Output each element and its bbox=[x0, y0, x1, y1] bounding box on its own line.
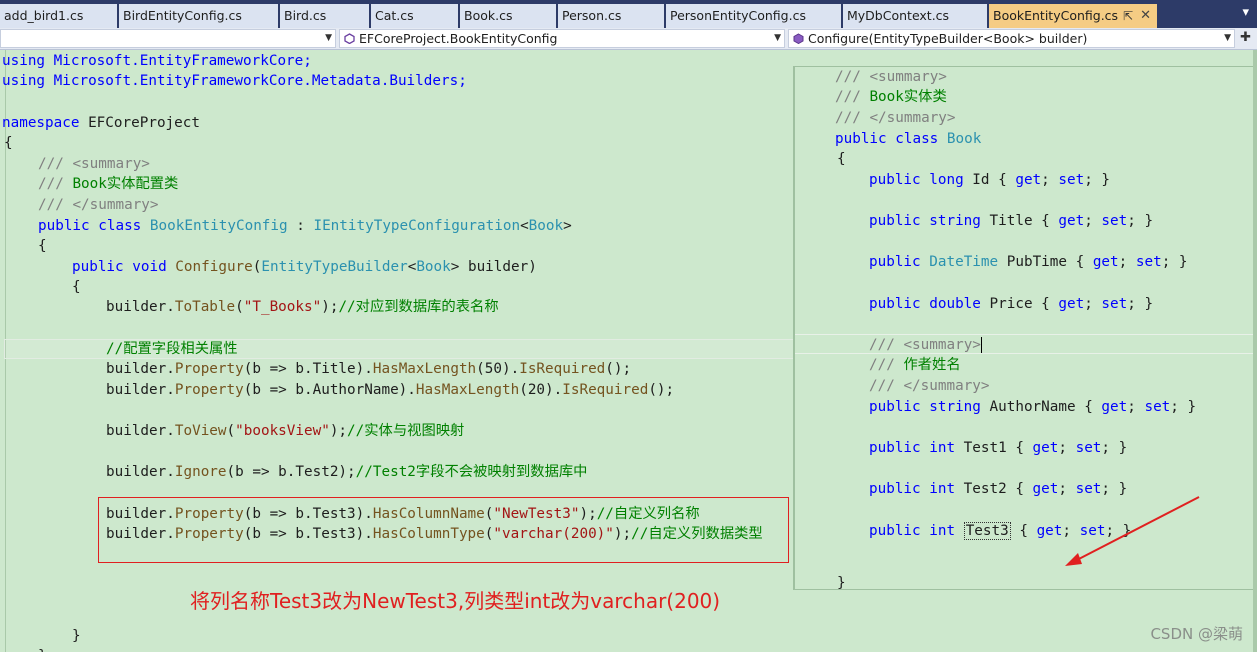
tab-label: BirdEntityConfig.cs bbox=[123, 8, 242, 23]
tab-label: Cat.cs bbox=[375, 8, 414, 23]
chevron-down-icon: ▼ bbox=[325, 33, 332, 43]
project-dropdown[interactable]: ▼ bbox=[0, 29, 336, 48]
tab-add-bird1[interactable]: add_bird1.cs bbox=[0, 4, 118, 28]
chevron-down-icon[interactable]: ▾ bbox=[1242, 5, 1249, 20]
peek-definition-panel[interactable]: /// <summary> /// Book实体类 /// </summary>… bbox=[793, 66, 1257, 591]
namespace-name: EFCoreProject bbox=[88, 115, 200, 131]
code-line: namespace EFCoreProject bbox=[2, 115, 200, 131]
type-argument: Book bbox=[416, 259, 451, 275]
tab-person-entity-config[interactable]: PersonEntityConfig.cs bbox=[666, 4, 842, 28]
tab-book[interactable]: Book.cs bbox=[460, 4, 557, 28]
chevron-down-icon: ▼ bbox=[1224, 33, 1231, 43]
member-dropdown-value: Configure(EntityTypeBuilder<Book> builde… bbox=[808, 31, 1088, 46]
tab-cat[interactable]: Cat.cs bbox=[371, 4, 459, 28]
code-line: { bbox=[38, 238, 47, 254]
code-comment: //配置字段相关属性 bbox=[106, 341, 238, 357]
code-line: } bbox=[72, 628, 81, 644]
class-dropdown[interactable]: EFCoreProject.BookEntityConfig ▼ bbox=[339, 29, 785, 48]
annotation-arrow bbox=[1065, 496, 1200, 566]
chevron-down-icon: ▼ bbox=[774, 33, 781, 43]
class-icon bbox=[344, 31, 355, 45]
interface-name: IEntityTypeConfiguration bbox=[313, 218, 521, 234]
tab-label: PersonEntityConfig.cs bbox=[670, 8, 806, 23]
string-literal: "booksView" bbox=[235, 423, 330, 439]
code-line: //配置字段相关属性 bbox=[106, 339, 238, 359]
using-directive: using Microsoft.EntityFrameworkCore; bbox=[2, 53, 312, 69]
code-line: using Microsoft.EntityFrameworkCore; bbox=[2, 51, 312, 71]
code-line: { bbox=[72, 279, 81, 295]
code-line: { bbox=[4, 135, 13, 151]
code-comment: //Test2字段不会被映射到数据库中 bbox=[355, 464, 588, 480]
code-line: /// Book实体配置类 bbox=[38, 176, 179, 192]
tab-bird[interactable]: Bird.cs bbox=[280, 4, 370, 28]
tab-person[interactable]: Person.cs bbox=[558, 4, 665, 28]
code-editor[interactable]: using Microsoft.EntityFrameworkCore; usi… bbox=[0, 50, 1257, 652]
tab-label: add_bird1.cs bbox=[4, 8, 84, 23]
code-line: builder.ToView("booksView");//实体与视图映射 bbox=[106, 423, 465, 439]
code-line: builder.ToTable("T_Books");//对应到数据库的表名称 bbox=[106, 299, 499, 315]
method-icon bbox=[793, 31, 804, 45]
code-line: builder.Property(b => b.AuthorName).HasM… bbox=[106, 382, 675, 398]
tab-label: MyDbContext.cs bbox=[847, 8, 950, 23]
tab-label: BookEntityConfig.cs bbox=[993, 8, 1119, 23]
parameter-type: EntityTypeBuilder bbox=[261, 259, 408, 275]
type-argument: Book bbox=[528, 218, 564, 234]
document-tab-bar: add_bird1.cs BirdEntityConfig.cs Bird.cs… bbox=[0, 0, 1257, 28]
method-name: Configure bbox=[175, 259, 253, 275]
code-line: builder.Ignore(b => b.Test2);//Test2字段不会… bbox=[106, 464, 588, 480]
tab-label: Person.cs bbox=[562, 8, 622, 23]
navigation-bar: ▼ EFCoreProject.BookEntityConfig ▼ Confi… bbox=[0, 28, 1257, 50]
tab-my-db-context[interactable]: MyDbContext.cs bbox=[843, 4, 988, 28]
watermark: CSDN @梁萌 bbox=[1150, 625, 1243, 643]
code-line: builder.Property(b => b.Title).HasMaxLen… bbox=[106, 361, 632, 377]
using-directive: using Microsoft.EntityFrameworkCore.Meta… bbox=[2, 73, 467, 89]
code-line: /// <summary> bbox=[38, 156, 150, 172]
highlight-box bbox=[98, 497, 789, 563]
code-line: } bbox=[38, 646, 47, 652]
xml-doc-text: Book实体配置类 bbox=[72, 176, 179, 192]
class-dropdown-value: EFCoreProject.BookEntityConfig bbox=[359, 31, 558, 46]
close-icon[interactable]: ✕ bbox=[1140, 4, 1151, 28]
number-literal: 50 bbox=[484, 361, 502, 377]
tab-bird-entity-config[interactable]: BirdEntityConfig.cs bbox=[119, 4, 279, 28]
parameter-name: builder bbox=[467, 259, 529, 275]
code-comment: //实体与视图映射 bbox=[347, 423, 465, 439]
pin-icon[interactable]: ⇱ bbox=[1123, 4, 1133, 28]
tab-label: Bird.cs bbox=[284, 8, 327, 23]
xml-doc-tag: </summary> bbox=[72, 197, 159, 213]
code-line: using Microsoft.EntityFrameworkCore.Meta… bbox=[2, 71, 467, 91]
member-dropdown[interactable]: Configure(EntityTypeBuilder<Book> builde… bbox=[788, 29, 1235, 48]
code-line: /// </summary> bbox=[38, 197, 159, 213]
code-line: public void Configure(EntityTypeBuilder<… bbox=[72, 259, 537, 275]
vertical-scrollbar[interactable] bbox=[1253, 50, 1257, 652]
code-line: public class BookEntityConfig : IEntityT… bbox=[38, 218, 572, 234]
split-window-icon[interactable]: ✚ bbox=[1240, 30, 1251, 45]
string-literal: "T_Books" bbox=[243, 299, 322, 315]
class-name: BookEntityConfig bbox=[149, 218, 288, 234]
tab-book-entity-config[interactable]: BookEntityConfig.cs ⇱ ✕ bbox=[989, 4, 1158, 28]
tab-label: Book.cs bbox=[464, 8, 513, 23]
xml-doc-tag: <summary> bbox=[72, 156, 150, 172]
code-comment: //对应到数据库的表名称 bbox=[338, 299, 499, 315]
annotation-text: 将列名称Test3改为NewTest3,列类型int改为varchar(200) bbox=[190, 589, 721, 613]
number-literal: 20 bbox=[527, 382, 546, 398]
